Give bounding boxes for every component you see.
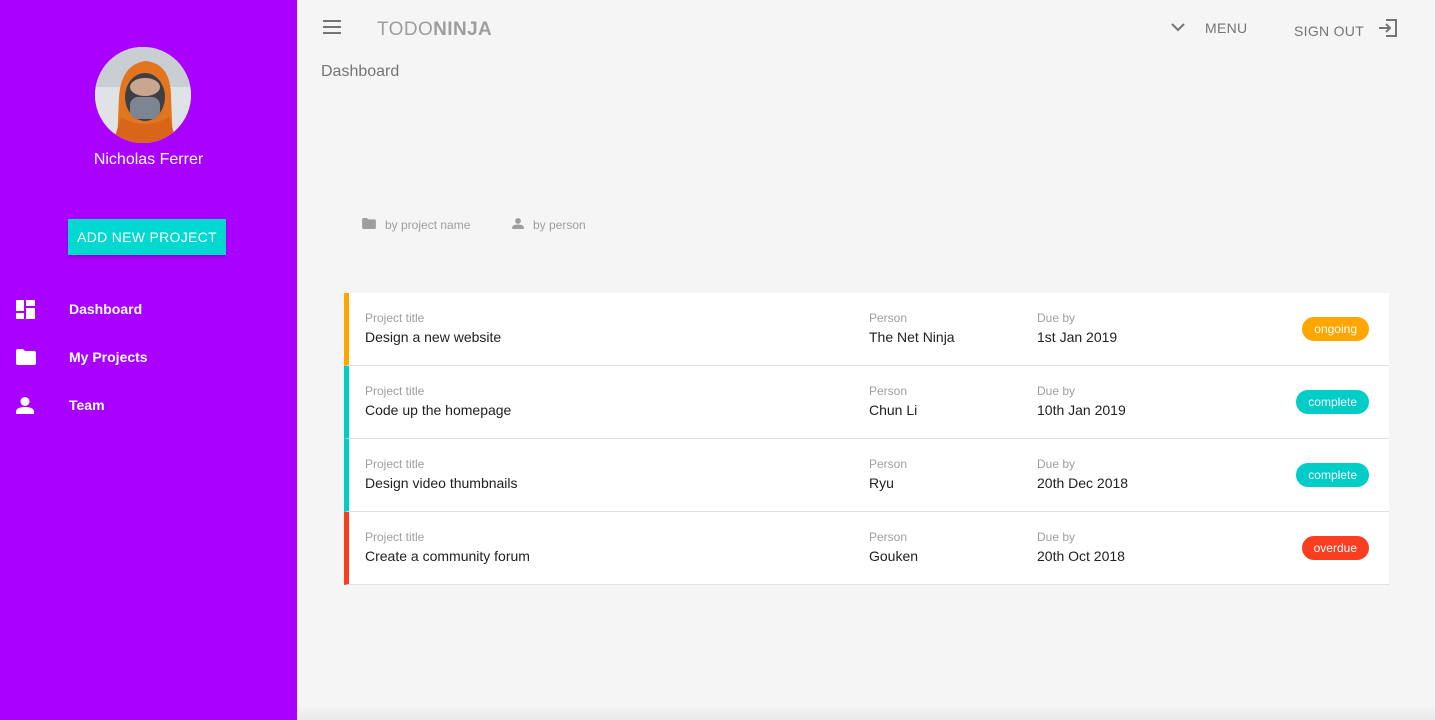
menu-toggle-icon[interactable] <box>323 20 343 38</box>
due-cell: Due by 20th Dec 2018 <box>1037 457 1128 491</box>
person-cell: Person The Net Ninja <box>869 311 955 345</box>
app-title-bold: NINJA <box>433 19 493 40</box>
sidebar-item-my-projects[interactable]: My Projects <box>0 333 297 381</box>
person-caption: Person <box>869 457 908 471</box>
project-title-caption: Project title <box>365 457 425 471</box>
due-date: 1st Jan 2019 <box>1037 329 1118 345</box>
sign-out-label: SIGN OUT <box>1294 22 1365 39</box>
status-badge: ongoing <box>1302 317 1369 341</box>
sign-out-button[interactable]: SIGN OUT <box>1294 18 1398 43</box>
app-title: TODONINJA <box>377 19 492 41</box>
project-list: Project title Design a new website Perso… <box>344 293 1389 585</box>
project-row[interactable]: Project title Code up the homepage Perso… <box>344 366 1389 439</box>
person-caption: Person <box>869 384 908 398</box>
menu-label: MENU <box>1205 20 1248 36</box>
person-icon <box>512 216 524 234</box>
sidebar-item-team[interactable]: Team <box>0 381 297 429</box>
project-title-cell: Project title Code up the homepage <box>365 384 511 418</box>
project-row[interactable]: Project title Design video thumbnails Pe… <box>344 439 1389 512</box>
person-name: Ryu <box>869 475 894 491</box>
due-caption: Due by <box>1037 384 1076 398</box>
project-title-cell: Project title Design video thumbnails <box>365 457 518 491</box>
sidebar-item-label: Dashboard <box>69 301 143 317</box>
due-cell: Due by 20th Oct 2018 <box>1037 530 1125 564</box>
project-title-caption: Project title <box>365 384 425 398</box>
project-row[interactable]: Project title Design a new website Perso… <box>344 293 1389 366</box>
person-cell: Person Gouken <box>869 530 918 564</box>
due-date: 10th Jan 2019 <box>1037 402 1126 418</box>
exit-icon <box>1378 18 1398 43</box>
project-title-caption: Project title <box>365 311 425 325</box>
person-caption: Person <box>869 530 908 544</box>
person-name: Chun Li <box>869 402 918 418</box>
sort-by-project-label: by project name <box>385 218 471 232</box>
person-name: The Net Ninja <box>869 329 955 345</box>
person-cell: Person Chun Li <box>869 384 917 418</box>
status-badge: overdue <box>1301 536 1369 560</box>
footer-shadow <box>297 706 1435 720</box>
due-caption: Due by <box>1037 311 1076 325</box>
navigation-drawer: Nicholas Ferrer ADD NEW PROJECT Dashboar… <box>0 0 297 720</box>
user-name: Nicholas Ferrer <box>93 151 204 168</box>
project-row[interactable]: Project title Create a community forum P… <box>344 512 1389 585</box>
project-title-cell: Project title Create a community forum <box>365 530 530 564</box>
status-badge: complete <box>1296 390 1369 414</box>
menu-dropdown-button[interactable]: MENU <box>1171 19 1247 37</box>
project-title-caption: Project title <box>365 530 425 544</box>
sidebar-nav: Dashboard My Projects Team <box>0 285 297 429</box>
project-title: Code up the homepage <box>365 402 512 418</box>
page-title: Dashboard <box>321 63 400 80</box>
project-title: Create a community forum <box>365 548 530 564</box>
sort-by-person-label: by person <box>533 218 586 232</box>
top-toolbar: TODONINJA MENU SIGN OUT <box>297 0 1435 58</box>
due-cell: Due by 1st Jan 2019 <box>1037 311 1117 345</box>
due-caption: Due by <box>1037 530 1076 544</box>
sort-by-person-button[interactable]: by person <box>512 216 586 234</box>
avatar <box>95 47 191 143</box>
dashboard-icon <box>0 299 50 319</box>
person-caption: Person <box>869 311 908 325</box>
person-cell: Person Ryu <box>869 457 907 491</box>
sort-by-project-button[interactable]: by project name <box>362 216 470 234</box>
folder-icon <box>0 349 50 365</box>
sidebar-item-label: My Projects <box>69 349 148 365</box>
person-icon <box>0 396 50 414</box>
folder-icon <box>362 216 376 234</box>
person-name: Gouken <box>869 548 919 564</box>
project-title: Design a new website <box>365 329 502 345</box>
project-title: Design video thumbnails <box>365 475 518 491</box>
sidebar-item-dashboard[interactable]: Dashboard <box>0 285 297 333</box>
sidebar-item-label: Team <box>69 397 105 413</box>
chevron-down-icon <box>1171 19 1185 37</box>
status-badge: complete <box>1296 463 1369 487</box>
due-date: 20th Dec 2018 <box>1037 475 1129 491</box>
project-title-cell: Project title Design a new website <box>365 311 501 345</box>
due-cell: Due by 10th Jan 2019 <box>1037 384 1126 418</box>
due-caption: Due by <box>1037 457 1076 471</box>
add-new-project-button[interactable]: ADD NEW PROJECT <box>68 219 226 255</box>
app-title-light: TODO <box>377 19 434 40</box>
due-date: 20th Oct 2018 <box>1037 548 1125 564</box>
